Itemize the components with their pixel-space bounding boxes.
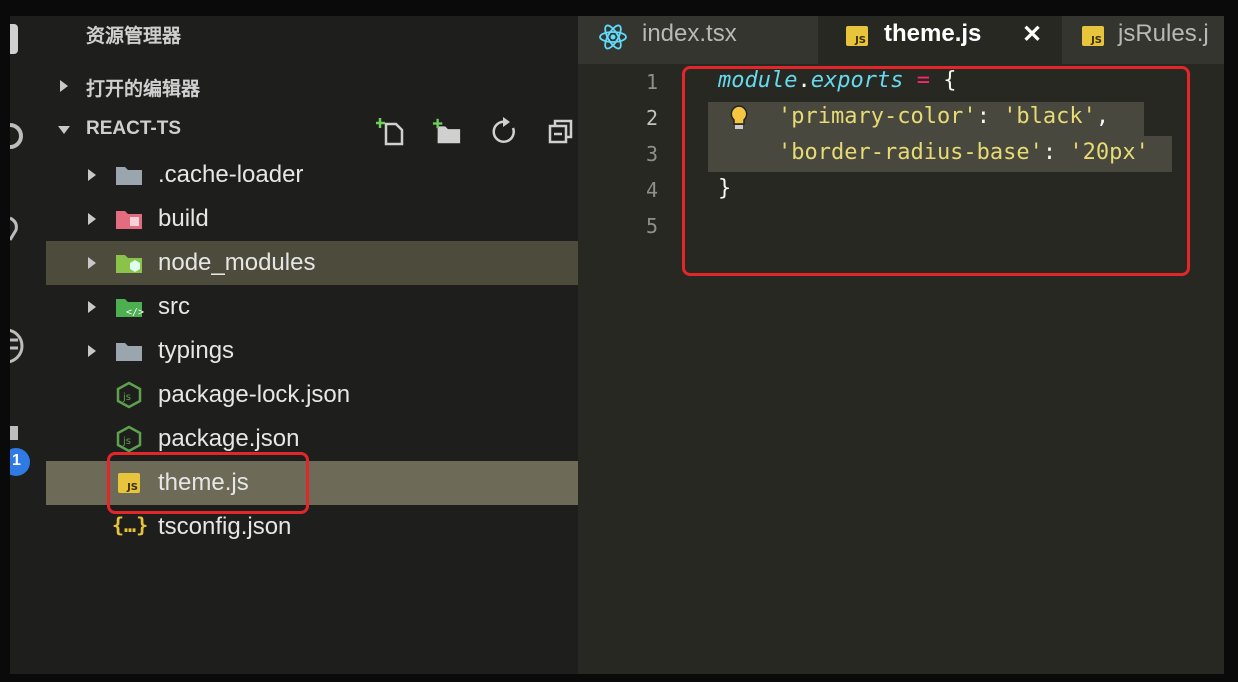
tab-bar: index.tsx JS theme.js ✕ JS jsRules.j xyxy=(578,16,1224,64)
collapse-all-icon[interactable] xyxy=(546,116,576,146)
tree-item-build[interactable]: build xyxy=(46,197,578,241)
tree-item-label: package-lock.json xyxy=(158,381,351,408)
line-number: 2 xyxy=(645,106,658,130)
tab-index-tsx[interactable]: index.tsx xyxy=(578,16,818,64)
tab-jsrules[interactable]: JS jsRules.j xyxy=(1062,16,1224,64)
line-number: 1 xyxy=(645,70,658,94)
highlight-box-theme-file xyxy=(107,452,309,514)
tab-label: jsRules.j xyxy=(1118,20,1209,47)
tree-item-label: node_modules xyxy=(158,249,316,276)
explorer-title: 资源管理器 xyxy=(86,26,182,47)
open-editors-label: 打开的编辑器 xyxy=(86,79,201,100)
tree-item-label: build xyxy=(158,205,209,232)
vscode-window: 1 资源管理器 打开的编辑器 REACT-TS .cache-loader bu… xyxy=(10,16,1224,674)
tree-item-cache-loader[interactable]: .cache-loader xyxy=(46,153,578,197)
explorer-sidebar: 资源管理器 打开的编辑器 REACT-TS .cache-loader buil… xyxy=(46,16,578,674)
editor-area: index.tsx JS theme.js ✕ JS jsRules.j 1 2… xyxy=(578,16,1224,674)
notification-badge: 1 xyxy=(10,448,30,476)
extensions-icon[interactable] xyxy=(10,426,18,440)
chevron-right-icon xyxy=(88,301,96,313)
chevron-right-icon xyxy=(88,213,96,225)
folder-icon xyxy=(116,167,142,185)
tree-item-package-lock[interactable]: js package-lock.json xyxy=(46,373,578,417)
node-folder-icon xyxy=(116,255,142,273)
tree-item-label: src xyxy=(158,293,190,320)
json-braces-icon: {…} xyxy=(112,513,149,537)
tree-item-label: .cache-loader xyxy=(158,161,304,188)
debug-icon[interactable] xyxy=(10,322,26,370)
tree-item-label: typings xyxy=(158,337,235,364)
tree-item-typings[interactable]: typings xyxy=(46,329,578,373)
chevron-right-icon xyxy=(60,80,68,92)
tree-item-src[interactable]: </> src xyxy=(46,285,578,329)
line-number: 3 xyxy=(645,142,658,166)
line-number: 5 xyxy=(645,214,658,238)
highlight-box-code xyxy=(682,66,1190,276)
chevron-right-icon xyxy=(88,257,96,269)
refresh-icon[interactable] xyxy=(490,116,520,146)
new-file-icon[interactable] xyxy=(376,116,406,146)
nodejs-icon: js xyxy=(116,425,142,453)
tree-item-node-modules[interactable]: node_modules xyxy=(46,241,578,285)
chevron-down-icon xyxy=(58,126,70,134)
tree-item-label: tsconfig.json xyxy=(158,513,292,540)
source-control-icon[interactable] xyxy=(10,214,24,244)
tab-theme-js[interactable]: JS theme.js ✕ xyxy=(818,16,1062,64)
folder-icon xyxy=(116,343,142,361)
build-folder-icon xyxy=(116,211,142,229)
tree-item-label: package.json xyxy=(158,425,300,452)
svg-text:js: js xyxy=(122,436,131,447)
line-number: 4 xyxy=(645,178,658,202)
tab-label: index.tsx xyxy=(642,20,737,47)
open-editors-section[interactable]: 打开的编辑器 xyxy=(46,66,578,106)
nodejs-icon: js xyxy=(116,381,142,409)
project-label: REACT-TS xyxy=(86,118,181,139)
svg-text:js: js xyxy=(122,392,131,403)
js-icon: JS xyxy=(846,26,868,46)
src-folder-icon: </> xyxy=(116,299,144,318)
close-icon[interactable]: ✕ xyxy=(1022,20,1042,49)
react-icon xyxy=(599,24,627,50)
activity-bar: 1 xyxy=(10,16,46,674)
badge-count: 1 xyxy=(12,452,21,469)
new-folder-icon[interactable] xyxy=(432,116,462,146)
files-icon[interactable] xyxy=(10,24,18,54)
svg-text:</>: </> xyxy=(126,307,144,318)
chevron-right-icon xyxy=(88,345,96,357)
js-icon: JS xyxy=(1082,26,1104,46)
search-icon[interactable] xyxy=(10,116,24,156)
tab-label: theme.js xyxy=(884,20,982,47)
chevron-right-icon xyxy=(88,169,96,181)
